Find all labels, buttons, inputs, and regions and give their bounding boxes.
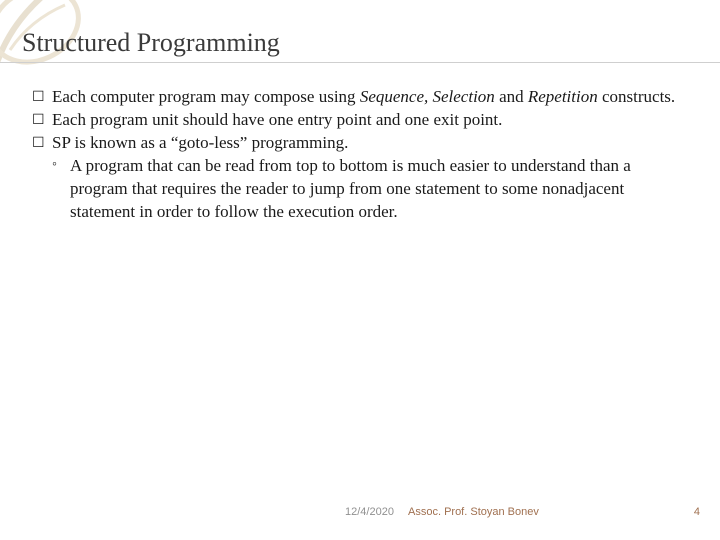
footer-date: 12/4/2020 [345, 506, 394, 518]
bullet-text: Each computer program may compose using [52, 87, 360, 106]
italic-text: Sequence, Selection [360, 87, 495, 106]
footer-author: Assoc. Prof. Stoyan Bonev [408, 506, 539, 518]
bullet-text: and [495, 87, 528, 106]
checkbox-icon: ☐ [32, 89, 45, 108]
bullet-item: ☐ Each computer program may compose usin… [32, 86, 688, 109]
slide-title: Structured Programming [22, 28, 280, 58]
circle-icon: ◦ [52, 156, 57, 175]
bullet-text: Each program unit should have one entry … [52, 110, 502, 129]
checkbox-icon: ☐ [32, 112, 45, 131]
bullet-text: SP is known as a “goto-less” programming… [52, 133, 348, 152]
italic-text: Repetition [528, 87, 598, 106]
slide-footer: 12/4/2020 Assoc. Prof. Stoyan Bonev 4 [0, 506, 720, 526]
checkbox-icon: ☐ [32, 135, 45, 154]
footer-page-number: 4 [694, 506, 700, 518]
title-underline [0, 62, 720, 63]
slide-body: ☐ Each computer program may compose usin… [32, 86, 688, 224]
bullet-item: ☐ Each program unit should have one entr… [32, 109, 688, 132]
bullet-text: constructs. [598, 87, 675, 106]
sub-bullet-text: A program that can be read from top to b… [70, 156, 631, 221]
bullet-item: ☐ SP is known as a “goto-less” programmi… [32, 132, 688, 155]
sub-bullet-item: ◦ A program that can be read from top to… [32, 155, 688, 224]
